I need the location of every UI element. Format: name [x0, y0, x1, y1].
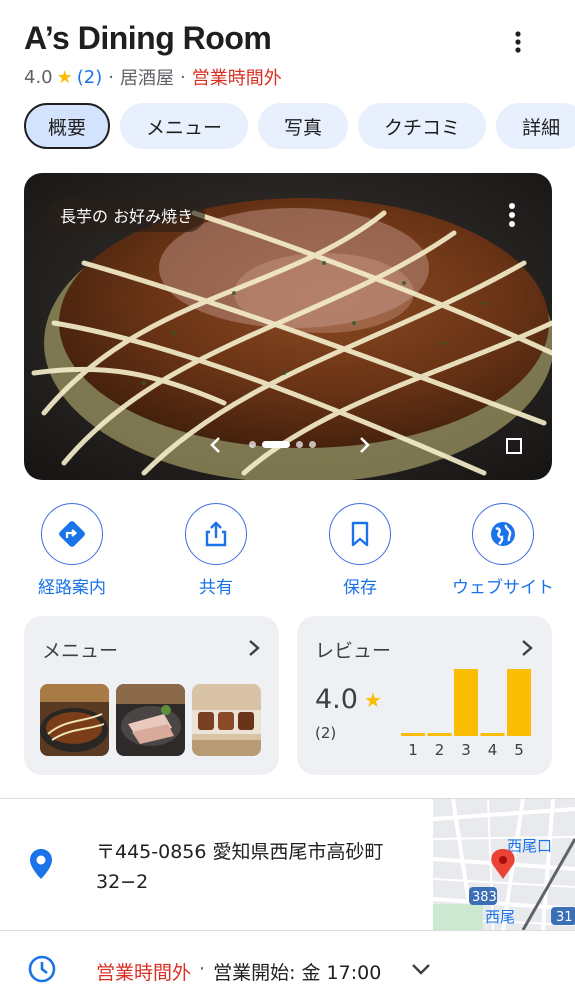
share-icon — [205, 521, 227, 547]
carousel-dot-active — [262, 441, 290, 448]
separator: · — [199, 958, 206, 980]
address-text: 〒445-0856 愛知県西尾市高砂町 32−2 — [96, 837, 416, 897]
chevron-right-icon — [522, 640, 533, 656]
directions-button[interactable]: 経路案内 — [2, 503, 142, 598]
map-label-town: 西尾 — [485, 908, 515, 926]
photo-caption: 長芋の お好み焼き — [48, 198, 206, 232]
hours-text: 営業時間外 · 営業開始: 金 17:00 — [96, 958, 381, 985]
menu-thumbnail-sashimi[interactable] — [116, 684, 185, 756]
bookmark-icon — [351, 521, 369, 547]
place-header: A’s Dining Room 4.0 ★ (2) · 居酒屋 · 営業時間外 — [0, 0, 575, 96]
tab-overview[interactable]: 概要 — [24, 103, 111, 149]
rating-distribution: 12345 — [401, 669, 531, 759]
tab-bar: 概要 メニュー 写真 クチコミ 詳細 — [24, 103, 575, 151]
website-button[interactable]: ウェブサイト — [433, 503, 573, 598]
menu-card-title: メニュー — [42, 640, 119, 662]
map-label-route: 383 — [472, 890, 497, 905]
review-card[interactable]: レビュー 4.0 ★ (2) 12345 — [297, 616, 552, 775]
address-line-2: 32−2 — [96, 871, 149, 893]
website-label: ウェブサイト — [452, 578, 554, 598]
rating-bar-2 — [427, 733, 452, 736]
review-card-title: レビュー — [315, 640, 392, 662]
next-photo-icon[interactable] — [354, 435, 374, 455]
star-icon: ★ — [56, 66, 73, 88]
save-label: 保存 — [343, 578, 377, 598]
place-category: 居酒屋 — [120, 68, 175, 89]
menu-thumbnail-okonomiyaki[interactable] — [40, 684, 109, 756]
review-count: (2) — [315, 724, 337, 742]
open-status: 営業時間外 — [191, 68, 282, 89]
clock-icon — [28, 955, 56, 983]
place-title: A’s Dining Room — [24, 20, 272, 56]
rating-bar-label-4: 4 — [488, 741, 498, 759]
review-average-value: 4.0 — [315, 684, 358, 715]
carousel-dot — [296, 441, 303, 448]
review-count-link[interactable]: (2) — [77, 67, 103, 88]
chevron-right-icon — [249, 640, 260, 656]
address-row[interactable]: 〒445-0856 愛知県西尾市高砂町 32−2 西尾口 383 西尾 31 — [0, 799, 575, 930]
more-vert-icon — [515, 31, 521, 53]
share-circle — [185, 503, 247, 565]
action-row: 経路案内 共有 保存 ウェブサイト — [0, 503, 575, 603]
save-circle — [329, 503, 391, 565]
tab-photos[interactable]: 写真 — [258, 103, 349, 149]
directions-circle — [41, 503, 103, 565]
rating-bar-label-3: 3 — [461, 741, 471, 759]
hours-status: 営業時間外 — [96, 962, 192, 984]
tab-details[interactable]: 詳細 — [496, 103, 575, 149]
more-options-button[interactable] — [500, 24, 536, 60]
star-icon: ★ — [363, 687, 382, 712]
separator: · — [108, 66, 115, 88]
previous-photo-icon[interactable] — [206, 435, 226, 455]
rating-bar-5 — [507, 669, 531, 736]
share-button[interactable]: 共有 — [146, 503, 286, 598]
rating-bar-1 — [401, 733, 425, 736]
carousel-indicator — [249, 441, 316, 448]
directions-label: 経路案内 — [38, 578, 106, 598]
map-thumbnail[interactable]: 西尾口 383 西尾 31 — [433, 799, 575, 930]
hours-row[interactable]: 営業時間外 · 営業開始: 金 17:00 — [0, 931, 575, 1000]
save-button[interactable]: 保存 — [290, 503, 430, 598]
hours-opens: 営業開始: 金 17:00 — [213, 962, 382, 984]
place-summary: 4.0 ★ (2) · 居酒屋 · 営業時間外 — [24, 64, 282, 90]
map-label-route-2: 31 — [556, 910, 573, 925]
website-circle — [472, 503, 534, 565]
separator: · — [180, 66, 186, 88]
chevron-down-icon[interactable] — [410, 961, 432, 977]
rating-bar-4 — [480, 733, 505, 736]
location-pin-icon — [30, 849, 52, 879]
carousel-dot — [249, 441, 256, 448]
share-label: 共有 — [199, 578, 233, 598]
menu-card[interactable]: メニュー — [24, 616, 279, 775]
photo-carousel[interactable]: 長芋の お好み焼き — [24, 173, 552, 480]
tab-menu[interactable]: メニュー — [120, 103, 249, 149]
rating-bar-label-2: 2 — [435, 741, 445, 759]
globe-icon — [491, 522, 515, 546]
expand-photo-icon[interactable] — [506, 438, 522, 454]
address-line-1: 〒445-0856 愛知県西尾市高砂町 — [96, 841, 384, 863]
carousel-dot — [309, 441, 316, 448]
place-rating: 4.0 — [24, 66, 53, 88]
directions-icon — [59, 521, 85, 547]
tab-reviews[interactable]: クチコミ — [358, 103, 487, 149]
rating-bar-label-1: 1 — [408, 741, 418, 759]
rating-bar-3 — [454, 669, 478, 736]
map-label-station: 西尾口 — [507, 837, 552, 855]
menu-thumbnails — [40, 684, 261, 756]
menu-thumbnail-grilled[interactable] — [192, 684, 261, 756]
photo-more-icon[interactable] — [502, 201, 522, 229]
rating-bar-label-5: 5 — [514, 741, 524, 759]
review-average: 4.0 ★ — [315, 684, 382, 715]
